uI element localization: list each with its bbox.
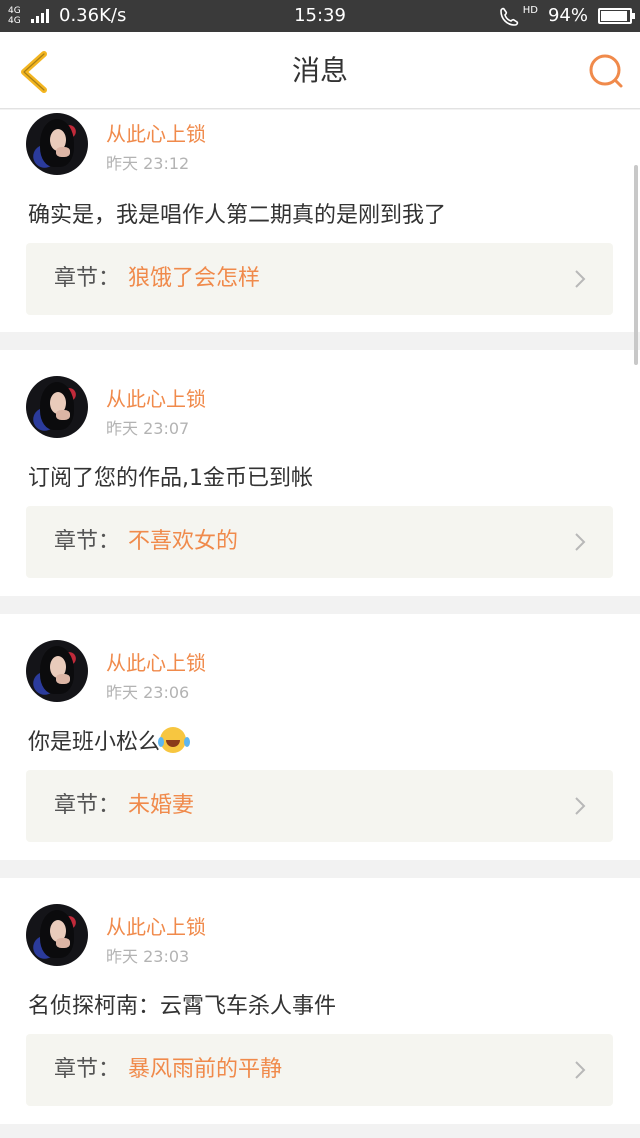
- message-text-body: 你是班小松么: [28, 730, 161, 755]
- timestamp: 昨天 23:03: [106, 947, 190, 966]
- message-card: 从此心上锁 昨天 23:06 你是班小松么 章节： 未婚妻: [0, 614, 640, 860]
- chevron-right-icon: [575, 1061, 586, 1079]
- nav-bar: 消息: [0, 32, 640, 109]
- message-card: 从此心上锁 昨天 23:03 名侦探柯南：云霄飞车杀人事件 章节： 暴风雨前的平…: [0, 878, 640, 1124]
- battery-icon: [598, 8, 635, 24]
- chapter-name: 未婚妻: [128, 793, 195, 818]
- chevron-right-icon: [575, 533, 586, 551]
- search-icon[interactable]: [586, 52, 626, 92]
- username[interactable]: 从此心上锁: [106, 647, 206, 676]
- username[interactable]: 从此心上锁: [106, 118, 206, 147]
- timestamp: 昨天 23:07: [106, 419, 190, 438]
- chevron-right-icon: [575, 270, 586, 288]
- chevron-right-icon: [575, 797, 586, 815]
- status-bar: 4G 4G 0.36K/s 15:39 HD 94%: [0, 0, 640, 32]
- message-text: 确实是，我是唱作人第二期真的是刚到我了: [28, 203, 447, 228]
- chapter-label: 章节：: [54, 266, 121, 291]
- chapter-label: 章节：: [54, 1057, 121, 1082]
- avatar[interactable]: [26, 904, 88, 966]
- username[interactable]: 从此心上锁: [106, 383, 206, 412]
- chapter-link[interactable]: 章节： 暴风雨前的平静: [26, 1034, 613, 1106]
- message-card: 从此心上锁 昨天 23:12 确实是，我是唱作人第二期真的是刚到我了 章节： 狼…: [0, 110, 640, 332]
- message-text: 名侦探柯南：云霄飞车杀人事件: [28, 994, 337, 1019]
- chapter-name: 暴风雨前的平静: [128, 1057, 283, 1082]
- timestamp: 昨天 23:12: [106, 154, 190, 173]
- page-title: 消息: [291, 54, 348, 87]
- avatar[interactable]: [26, 376, 88, 438]
- chapter-link[interactable]: 章节： 未婚妻: [26, 770, 613, 842]
- username[interactable]: 从此心上锁: [106, 911, 206, 940]
- hd-label: HD: [522, 5, 538, 16]
- message-text: 你是班小松么: [28, 724, 187, 756]
- timestamp: 昨天 23:06: [106, 683, 190, 702]
- laughing-emoji-icon: [158, 727, 187, 753]
- scrollbar[interactable]: [634, 165, 638, 365]
- chapter-label: 章节：: [54, 793, 121, 818]
- chapter-name: 狼饿了会怎样: [128, 266, 261, 291]
- battery-percent: 94%: [547, 5, 588, 26]
- message-text: 订阅了您的作品,1金币已到帐: [28, 466, 313, 491]
- chapter-link[interactable]: 章节： 不喜欢女的: [26, 506, 613, 578]
- message-card: 从此心上锁 昨天 23:07 订阅了您的作品,1金币已到帐 章节： 不喜欢女的: [0, 350, 640, 596]
- avatar[interactable]: [26, 113, 88, 175]
- chapter-name: 不喜欢女的: [128, 529, 239, 554]
- avatar[interactable]: [26, 640, 88, 702]
- chapter-label: 章节：: [54, 529, 121, 554]
- chapter-link[interactable]: 章节： 狼饿了会怎样: [26, 243, 613, 315]
